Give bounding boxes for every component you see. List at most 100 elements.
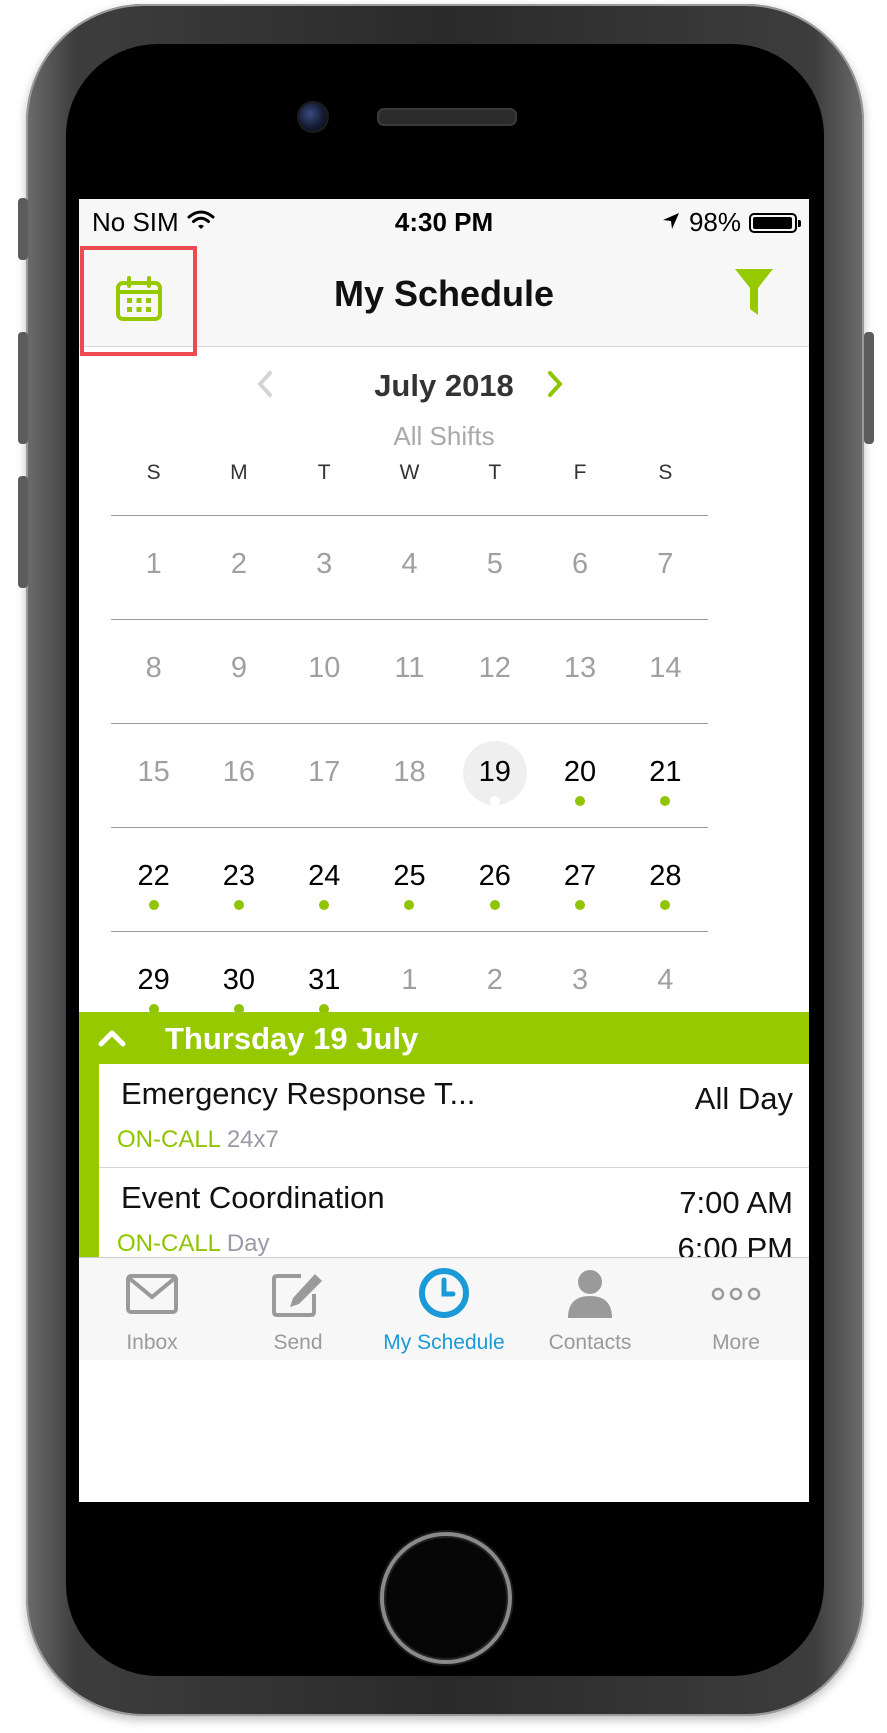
calendar-day[interactable]: 24 bbox=[282, 828, 367, 931]
day-number: 5 bbox=[486, 548, 503, 580]
calendar-day[interactable]: 9 bbox=[196, 620, 281, 723]
calendar-day[interactable]: 26 bbox=[452, 828, 537, 931]
page-title: My Schedule bbox=[333, 273, 555, 314]
calendar-day[interactable]: 21 bbox=[623, 724, 708, 827]
volume-up-button bbox=[18, 332, 28, 444]
day-number: 23 bbox=[222, 860, 256, 892]
tab-label: Contacts bbox=[548, 1331, 632, 1354]
day-number: 14 bbox=[649, 652, 682, 684]
event-time-start: All Day bbox=[694, 1081, 793, 1116]
battery-icon bbox=[749, 212, 801, 233]
day-number: 12 bbox=[478, 652, 511, 684]
status-bar: No SIM 4:30 PM 98% bbox=[79, 199, 809, 245]
compose-icon bbox=[271, 1272, 325, 1323]
calendar-day[interactable]: 10 bbox=[282, 620, 367, 723]
mute-switch bbox=[18, 198, 28, 260]
weekday-label: F bbox=[573, 461, 587, 484]
weekday-header: SMTWTFS bbox=[111, 443, 708, 503]
calendar-day[interactable]: 16 bbox=[196, 724, 281, 827]
event-list: Emergency Response T... All Day ON-CALL … bbox=[79, 1064, 809, 1257]
weekday-label: S bbox=[146, 461, 161, 484]
event-row[interactable]: Emergency Response T... All Day ON-CALL … bbox=[99, 1064, 809, 1168]
calendar-week-row: 1 2 3 4 5 6 7 bbox=[111, 515, 708, 619]
calendar-day[interactable]: 4 bbox=[367, 516, 452, 619]
tab-more[interactable]: More bbox=[663, 1258, 809, 1360]
calendar-day[interactable]: 18 bbox=[367, 724, 452, 827]
calendar-day[interactable]: 1 bbox=[111, 516, 196, 619]
filter-button[interactable] bbox=[735, 269, 773, 320]
calendar-day[interactable]: 20 bbox=[537, 724, 622, 827]
shift-indicator-dot bbox=[660, 900, 671, 910]
tab-label: My Schedule bbox=[383, 1331, 505, 1354]
shift-indicator-dot bbox=[660, 796, 671, 806]
next-month-button[interactable] bbox=[544, 369, 566, 404]
event-detail: Day bbox=[226, 1230, 270, 1257]
calendar-day[interactable]: 28 bbox=[623, 828, 708, 931]
calendar-day[interactable]: 13 bbox=[537, 620, 622, 723]
event-time-start: 7:00 AM bbox=[679, 1185, 793, 1220]
day-number: 17 bbox=[308, 756, 341, 788]
day-number: 19 bbox=[478, 756, 511, 788]
event-type: ON-CALL bbox=[117, 1126, 221, 1153]
day-number: 21 bbox=[649, 756, 682, 788]
tab-inbox[interactable]: Inbox bbox=[79, 1258, 225, 1360]
event-tag: ON-CALL 24x7 bbox=[117, 1126, 279, 1154]
calendar-day[interactable]: 11 bbox=[367, 620, 452, 723]
day-section-header[interactable]: Thursday 19 July bbox=[79, 1012, 809, 1064]
tab-send[interactable]: Send bbox=[225, 1258, 371, 1360]
event-row[interactable]: Event Coordination 7:00 AM 6:00 PM ON-CAL… bbox=[99, 1168, 809, 1257]
calendar-week-row: 8 9 10 11 12 13 14 bbox=[111, 619, 708, 723]
day-number: 13 bbox=[563, 652, 597, 684]
calendar-day[interactable]: 17 bbox=[282, 724, 367, 827]
tab-contacts[interactable]: Contacts bbox=[517, 1258, 663, 1360]
calendar-day[interactable]: 27 bbox=[537, 828, 622, 931]
day-number: 7 bbox=[657, 548, 674, 580]
prev-month-button[interactable] bbox=[254, 369, 276, 404]
calendar-day-today[interactable]: 19 bbox=[452, 724, 537, 827]
calendar-day[interactable]: 15 bbox=[111, 724, 196, 827]
screen: No SIM 4:30 PM 98% My Schedule July 2018… bbox=[79, 199, 809, 1502]
day-number: 16 bbox=[222, 756, 256, 788]
day-number: 3 bbox=[316, 548, 333, 580]
day-number: 26 bbox=[478, 860, 511, 892]
calendar-day[interactable]: 12 bbox=[452, 620, 537, 723]
calendar-day[interactable]: 2 bbox=[196, 516, 281, 619]
day-number: 20 bbox=[563, 756, 597, 788]
ellipsis-icon bbox=[710, 1272, 762, 1321]
day-number: 2 bbox=[230, 548, 247, 580]
calendar-week-row: 22 23 24 25 26 27 28 bbox=[111, 827, 708, 931]
front-camera bbox=[297, 101, 329, 133]
tab-my-schedule[interactable]: My Schedule bbox=[371, 1258, 517, 1360]
event-time: All Day bbox=[695, 1076, 793, 1122]
calendar-day[interactable]: 8 bbox=[111, 620, 196, 723]
calendar-day[interactable]: 22 bbox=[111, 828, 196, 931]
shift-indicator-dot bbox=[575, 796, 586, 806]
day-number: 1 bbox=[401, 964, 418, 996]
chevron-up-icon[interactable] bbox=[97, 1024, 127, 1055]
day-number: 27 bbox=[563, 860, 597, 892]
battery-percent: 98% bbox=[688, 207, 741, 237]
calendar-day[interactable]: 25 bbox=[367, 828, 452, 931]
day-number: 4 bbox=[657, 964, 674, 996]
calendar-day[interactable]: 3 bbox=[282, 516, 367, 619]
day-number: 15 bbox=[137, 756, 170, 788]
earpiece-speaker bbox=[377, 108, 517, 126]
day-number: 22 bbox=[137, 860, 170, 892]
calendar-day[interactable]: 7 bbox=[623, 516, 708, 619]
day-number: 1 bbox=[145, 548, 162, 580]
home-button[interactable] bbox=[380, 1532, 512, 1664]
day-number: 9 bbox=[230, 652, 247, 684]
calendar-day[interactable]: 23 bbox=[196, 828, 281, 931]
person-icon bbox=[566, 1270, 614, 1325]
calendar-day[interactable]: 5 bbox=[452, 516, 537, 619]
event-time: 7:00 AM 6:00 PM bbox=[678, 1180, 793, 1257]
day-number: 6 bbox=[571, 548, 589, 580]
day-events-section: Thursday 19 July Emergency Response T...… bbox=[79, 1012, 809, 1257]
filter-funnel-icon bbox=[735, 269, 773, 319]
month-title: July 2018 bbox=[374, 368, 514, 403]
battery-level-fill bbox=[753, 216, 793, 229]
day-number: 24 bbox=[308, 860, 341, 892]
weekday-label: T bbox=[317, 461, 331, 484]
calendar-day[interactable]: 6 bbox=[537, 516, 622, 619]
calendar-day[interactable]: 14 bbox=[623, 620, 708, 723]
